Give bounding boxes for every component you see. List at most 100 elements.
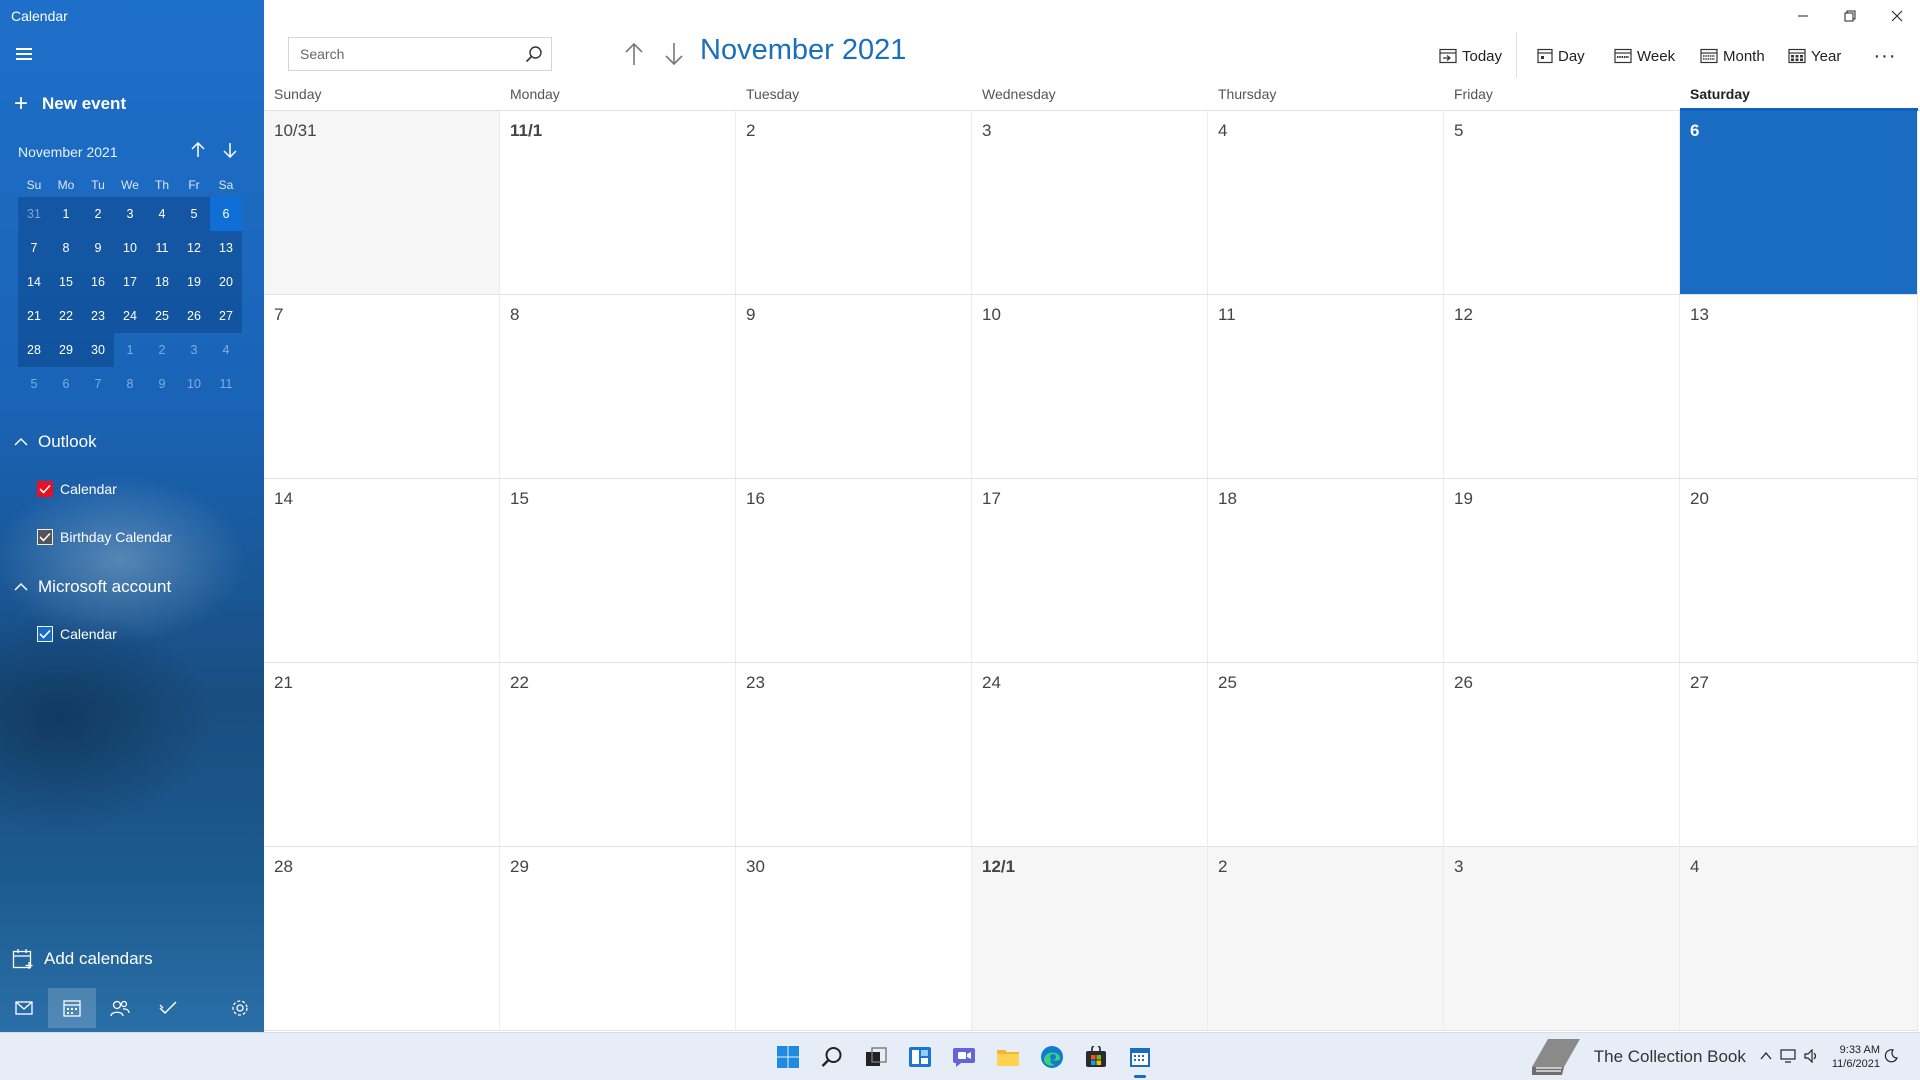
mini-calendar-day[interactable]: 2 — [146, 333, 178, 367]
mini-calendar-day[interactable]: 11 — [210, 367, 242, 401]
mini-calendar-day[interactable]: 20 — [210, 265, 242, 299]
birthday-calendar-checkbox[interactable] — [37, 529, 53, 545]
day-cell[interactable]: 16 — [736, 479, 972, 663]
mini-calendar-prev-arrow-icon[interactable] — [182, 141, 214, 163]
day-cell[interactable]: 9 — [736, 295, 972, 479]
search-icon[interactable] — [810, 1033, 854, 1080]
mini-calendar-day[interactable]: 7 — [82, 367, 114, 401]
restore-icon[interactable] — [1827, 0, 1873, 32]
edge-icon[interactable] — [1030, 1033, 1074, 1080]
clock[interactable]: 9:33 AM 11/6/2021 — [1832, 1043, 1880, 1071]
mini-calendar-day[interactable]: 1 — [114, 333, 146, 367]
mini-calendar-day[interactable]: 22 — [50, 299, 82, 333]
mini-calendar-day[interactable]: 18 — [146, 265, 178, 299]
mini-calendar-day[interactable]: 5 — [178, 197, 210, 231]
day-cell[interactable]: 3 — [1444, 847, 1680, 1031]
mini-calendar-day[interactable]: 29 — [50, 333, 82, 367]
add-calendars-button[interactable]: Add calendars — [12, 948, 153, 970]
mini-calendar-day[interactable]: 14 — [18, 265, 50, 299]
mini-calendar-day[interactable]: 3 — [114, 197, 146, 231]
mini-calendar-day[interactable]: 10 — [114, 231, 146, 265]
mini-calendar-day[interactable]: 9 — [82, 231, 114, 265]
day-cell[interactable]: 29 — [500, 847, 736, 1031]
hamburger-menu-icon[interactable] — [16, 48, 32, 60]
day-cell[interactable]: 6 — [1680, 111, 1918, 295]
new-event-button[interactable]: + New event — [14, 92, 126, 116]
start-icon[interactable] — [766, 1033, 810, 1080]
mini-calendar-day[interactable]: 4 — [146, 197, 178, 231]
day-cell[interactable]: 11 — [1208, 295, 1444, 479]
mini-calendar-day[interactable]: 25 — [146, 299, 178, 333]
day-cell[interactable]: 11/1 — [500, 111, 736, 295]
minimize-icon[interactable] — [1780, 0, 1826, 32]
day-cell[interactable]: 4 — [1680, 847, 1918, 1031]
day-cell[interactable]: 17 — [972, 479, 1208, 663]
calendar-app-icon[interactable] — [1118, 1033, 1162, 1080]
chevron-up-icon[interactable] — [1760, 1050, 1772, 1064]
notifications-icon[interactable] — [1884, 1048, 1898, 1066]
outlook-calendar-item[interactable]: Calendar — [37, 481, 117, 497]
mini-calendar-day[interactable]: 7 — [18, 231, 50, 265]
mini-calendar-day[interactable]: 24 — [114, 299, 146, 333]
calendar-icon[interactable] — [48, 988, 96, 1028]
mini-calendar-day[interactable]: 6 — [50, 367, 82, 401]
birthday-calendar-item[interactable]: Birthday Calendar — [37, 529, 172, 545]
month-view-button[interactable]: Month — [1700, 40, 1765, 72]
day-cell[interactable]: 23 — [736, 663, 972, 847]
day-cell[interactable]: 28 — [264, 847, 500, 1031]
day-cell[interactable]: 26 — [1444, 663, 1680, 847]
file-explorer-icon[interactable] — [986, 1033, 1030, 1080]
todo-icon[interactable] — [144, 988, 192, 1028]
mail-icon[interactable] — [0, 988, 48, 1028]
more-options-icon[interactable]: ··· — [1869, 40, 1901, 72]
mini-calendar-day[interactable]: 21 — [18, 299, 50, 333]
day-cell[interactable]: 15 — [500, 479, 736, 663]
day-cell[interactable]: 20 — [1680, 479, 1918, 663]
day-cell[interactable]: 8 — [500, 295, 736, 479]
day-cell[interactable]: 10/31 — [264, 111, 500, 295]
day-cell[interactable]: 7 — [264, 295, 500, 479]
people-icon[interactable] — [96, 988, 144, 1028]
day-cell[interactable]: 12/1 — [972, 847, 1208, 1031]
mini-calendar-day[interactable]: 26 — [178, 299, 210, 333]
day-cell[interactable]: 13 — [1680, 295, 1918, 479]
day-cell[interactable]: 4 — [1208, 111, 1444, 295]
day-view-button[interactable]: Day — [1537, 40, 1585, 72]
mini-calendar-day[interactable]: 23 — [82, 299, 114, 333]
day-cell[interactable]: 12 — [1444, 295, 1680, 479]
outlook-calendar-checkbox[interactable] — [37, 481, 53, 497]
mini-calendar-day[interactable]: 31 — [18, 197, 50, 231]
mini-calendar-day[interactable]: 12 — [178, 231, 210, 265]
mini-calendar-day[interactable]: 11 — [146, 231, 178, 265]
day-cell[interactable]: 21 — [264, 663, 500, 847]
microsoft-account-group-toggle[interactable]: Microsoft account — [14, 577, 171, 597]
day-cell[interactable]: 5 — [1444, 111, 1680, 295]
mini-calendar-day[interactable]: 5 — [18, 367, 50, 401]
day-cell[interactable]: 14 — [264, 479, 500, 663]
day-cell[interactable]: 10 — [972, 295, 1208, 479]
chat-icon[interactable] — [942, 1033, 986, 1080]
mini-calendar-next-arrow-icon[interactable] — [214, 142, 246, 163]
mini-calendar-day[interactable]: 8 — [50, 231, 82, 265]
settings-icon[interactable] — [216, 988, 264, 1028]
mini-calendar-day[interactable]: 2 — [82, 197, 114, 231]
volume-icon[interactable] — [1804, 1048, 1820, 1066]
today-button[interactable]: Today — [1439, 40, 1502, 72]
day-cell[interactable]: 22 — [500, 663, 736, 847]
day-cell[interactable]: 27 — [1680, 663, 1918, 847]
day-cell[interactable]: 19 — [1444, 479, 1680, 663]
mini-calendar-day[interactable]: 10 — [178, 367, 210, 401]
mini-calendar-day[interactable]: 17 — [114, 265, 146, 299]
widgets-icon[interactable] — [898, 1033, 942, 1080]
network-icon[interactable] — [1780, 1048, 1796, 1066]
day-cell[interactable]: 3 — [972, 111, 1208, 295]
mini-calendar-day[interactable]: 19 — [178, 265, 210, 299]
task-view-icon[interactable] — [854, 1033, 898, 1080]
day-cell[interactable]: 2 — [736, 111, 972, 295]
mini-calendar-day[interactable]: 15 — [50, 265, 82, 299]
mini-calendar-day[interactable]: 30 — [82, 333, 114, 367]
microsoft-calendar-item[interactable]: Calendar — [37, 626, 117, 642]
mini-calendar-day[interactable]: 4 — [210, 333, 242, 367]
week-view-button[interactable]: Week — [1614, 40, 1675, 72]
mini-calendar-day[interactable]: 3 — [178, 333, 210, 367]
